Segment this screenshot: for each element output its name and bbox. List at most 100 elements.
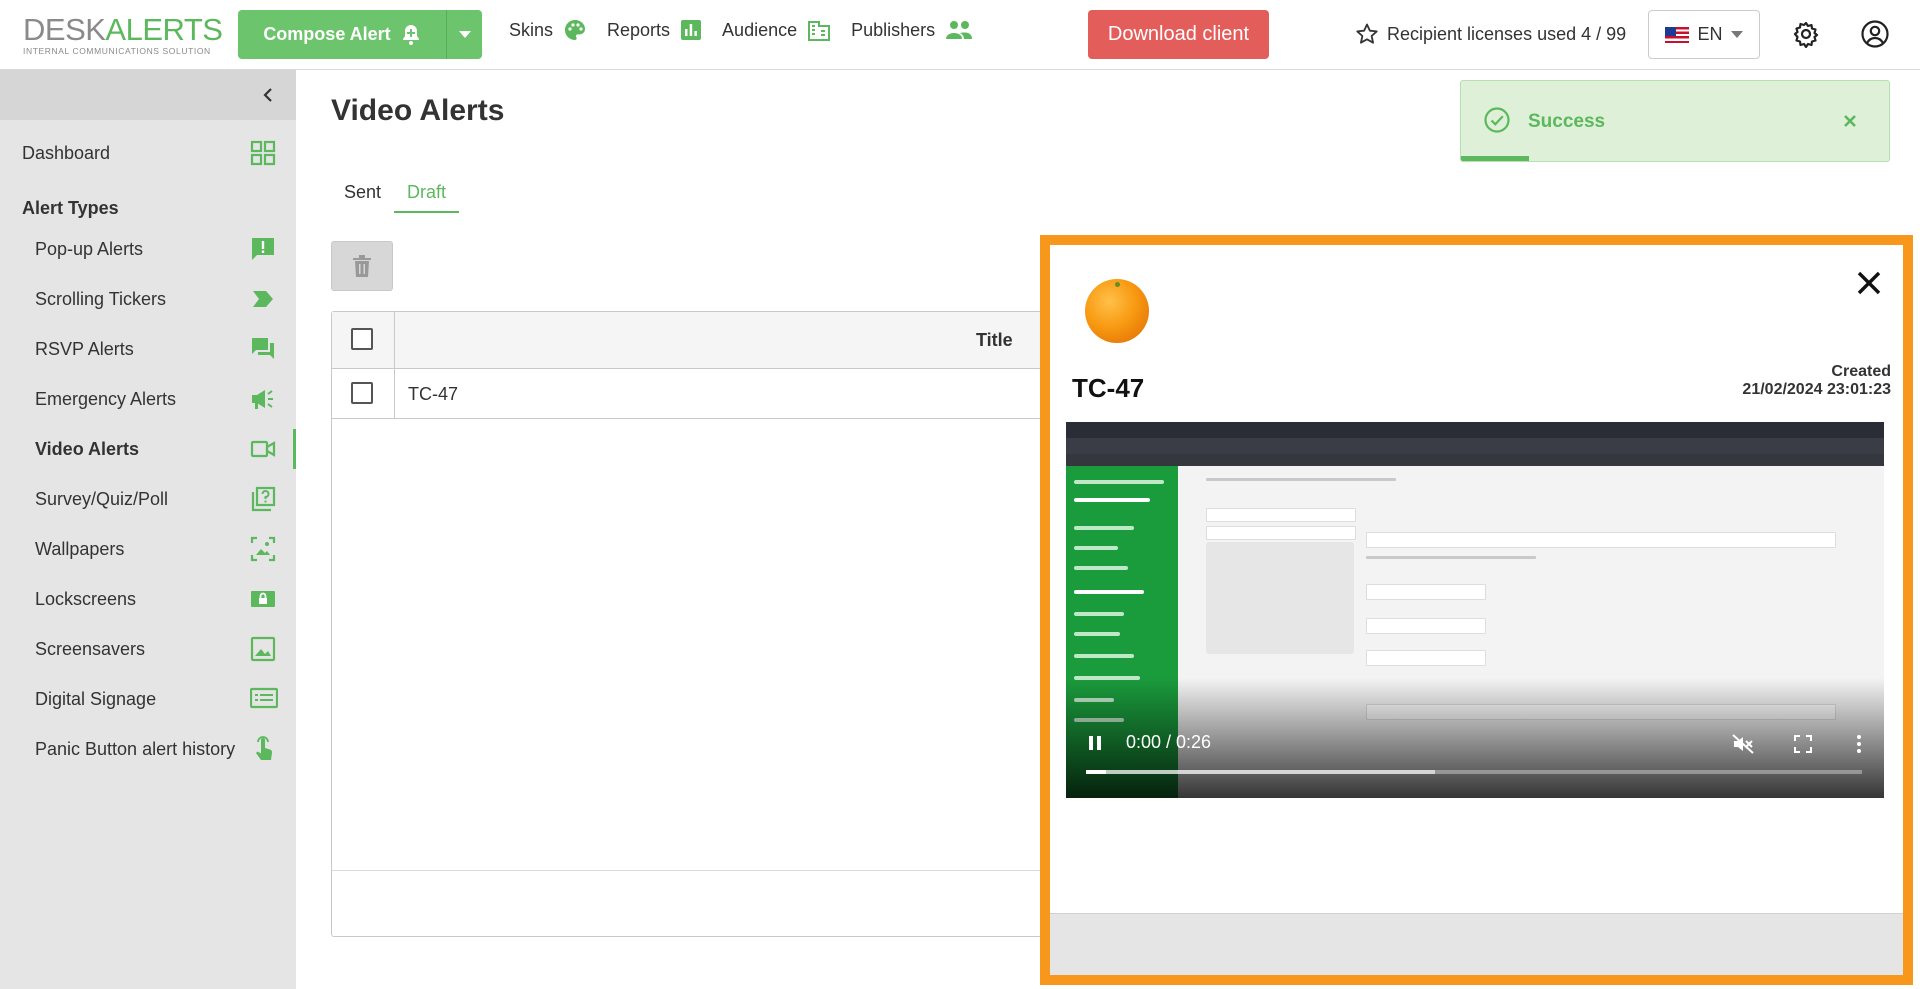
sidebar-item-digital-signage[interactable]: Digital Signage [0,679,296,719]
pause-button[interactable] [1088,735,1102,756]
palette-icon [565,20,586,40]
nav-skins-label: Skins [509,19,554,40]
gear-icon [1793,21,1819,49]
logo[interactable]: DESKALERTS INTERNAL COMMUNICATIONS SOLUT… [23,12,223,56]
recipient-licenses[interactable]: Recipient licenses used 4 / 99 [1355,22,1626,46]
dashboard-icon [250,140,276,166]
orange-logo [1085,279,1149,343]
video-frame-field [1366,532,1836,548]
row-title: TC-47 [408,384,459,404]
page-title: Video Alerts [331,94,505,127]
alert-preview: TC-47 Created 21/02/2024 23:01:23 0:00 /… [1040,235,1913,985]
select-all-checkbox[interactable] [351,328,373,350]
sidebar-item-scrolling-tickers[interactable]: Scrolling Tickers [0,279,296,319]
video-frame-sidebar-line [1074,566,1128,570]
preview-title: TC-47 [1072,373,1145,403]
column-divider [394,312,395,419]
bell-plus-icon [402,24,419,45]
top-nav: Skins Reports Audience Publishers [509,18,973,42]
nav-reports[interactable]: Reports [607,18,702,42]
chevron-down-icon [1730,31,1743,38]
language-select[interactable]: EN [1648,10,1760,59]
close-icon [1857,271,1881,295]
volume-muted-icon [1732,734,1754,754]
video-frame-sidebar-line [1074,526,1134,530]
chat-icon [252,338,274,359]
video-progress-bar[interactable] [1086,770,1862,774]
panic-button-icon [256,736,273,760]
ticker-icon [253,291,273,307]
sidebar-item-label: Wallpapers [35,538,125,559]
video-controls: 0:00 / 0:26 [1066,732,1884,756]
status-tabs: Sent Draft [331,178,460,213]
nav-audience[interactable]: Audience [722,18,831,42]
video-frame-sidebar-line [1074,654,1134,658]
megaphone-icon [252,390,273,409]
close-icon [1844,115,1856,127]
sidebar-item-survey[interactable]: Survey/Quiz/Poll [0,479,296,519]
star-icon [1356,23,1378,44]
video-icon [250,440,276,458]
more-options-button[interactable] [1856,734,1862,759]
sidebar-item-label: Digital Signage [35,688,157,709]
trash-icon [353,255,371,277]
created-label: Created [1831,363,1891,380]
sidebar-item-label: Dashboard [22,142,111,163]
sidebar-item-screensavers[interactable]: Screensavers [0,629,296,669]
top-bar: DESKALERTS INTERNAL COMMUNICATIONS SOLUT… [0,0,1920,70]
compose-alert-button[interactable]: Compose Alert [238,10,446,59]
video-frame-button [1206,526,1356,540]
pause-icon [1089,736,1101,750]
sidebar-item-video-alerts[interactable]: Video Alerts [0,429,296,469]
survey-icon [251,486,276,512]
nav-reports-label: Reports [607,19,671,40]
sidebar-item-label: Pop-up Alerts [35,238,144,259]
sidebar-item-rsvp-alerts[interactable]: RSVP Alerts [0,329,296,369]
sidebar-collapse-button[interactable] [0,70,296,120]
success-toast: Success [1460,80,1890,162]
chevron-down-icon [458,31,471,38]
sidebar-item-label: RSVP Alerts [35,338,134,359]
mute-button[interactable] [1732,734,1754,759]
tab-draft[interactable]: Draft [394,178,460,213]
logo-desk: DESK [23,12,106,47]
sidebar-item-emergency-alerts[interactable]: Emergency Alerts [0,379,296,419]
nav-publishers-label: Publishers [851,19,936,40]
video-frame-sidebar-line [1074,590,1144,594]
column-header-title[interactable]: Title [976,330,1013,351]
nav-skins[interactable]: Skins [509,18,587,42]
logo-tagline: INTERNAL COMMUNICATIONS SOLUTION [23,46,211,56]
tab-sent[interactable]: Sent [331,178,394,213]
preview-close-button[interactable] [1856,267,1882,299]
fullscreen-icon [1794,735,1812,753]
us-flag-icon [1665,26,1690,43]
video-frame-field [1366,650,1486,666]
sidebar-item-wallpapers[interactable]: Wallpapers [0,529,296,569]
sidebar-item-label: Scrolling Tickers [35,288,167,309]
preview-footer [1050,913,1903,975]
download-client-button[interactable]: Download client [1088,10,1269,59]
compose-alert-button-group: Compose Alert [238,10,482,59]
screensaver-icon [250,636,276,662]
logo-alerts: ALERTS [105,12,223,47]
popup-alert-icon [252,238,274,260]
sidebar-item-panic-button[interactable]: Panic Button alert history [0,729,296,769]
toast-timer-bar [1461,156,1529,161]
sidebar-item-popup-alerts[interactable]: Pop-up Alerts [0,229,296,269]
sidebar-item-label: Lockscreens [35,588,137,609]
video-player[interactable]: 0:00 / 0:26 [1066,422,1884,798]
sidebar: Dashboard Alert Types Pop-up Alerts Scro… [0,70,296,989]
sidebar-item-lockscreens[interactable]: Lockscreens [0,579,296,619]
user-account-button[interactable] [1860,19,1890,54]
delete-button[interactable] [331,241,393,291]
fullscreen-button[interactable] [1793,734,1813,759]
people-icon [946,21,973,39]
sidebar-item-dashboard[interactable]: Dashboard [0,133,296,173]
compose-dropdown-toggle[interactable] [446,10,482,59]
nav-publishers[interactable]: Publishers [851,18,973,42]
settings-button[interactable] [1792,20,1820,53]
toast-close-button[interactable] [1843,107,1857,135]
audience-icon [808,21,831,41]
video-frame-button [1206,508,1356,522]
row-checkbox[interactable] [351,382,373,404]
